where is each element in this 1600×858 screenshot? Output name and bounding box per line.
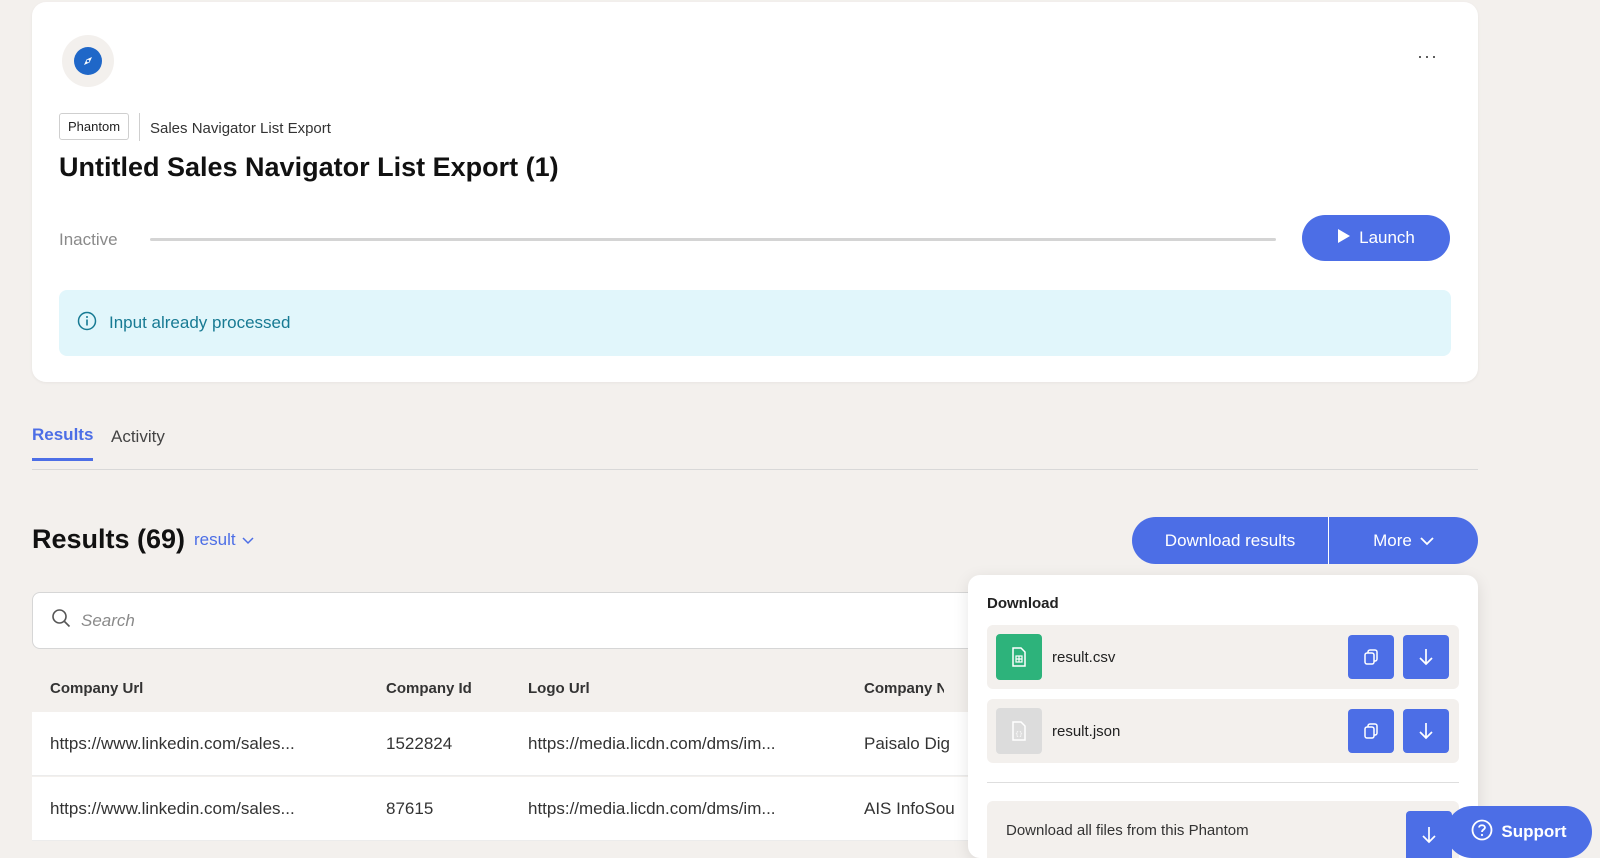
table-cell: https://media.licdn.com/dms/im... <box>528 799 776 818</box>
play-icon <box>1337 228 1351 249</box>
search-input[interactable] <box>81 610 881 631</box>
copy-link-button[interactable] <box>1348 635 1394 679</box>
tab-activity[interactable]: Activity <box>111 427 165 447</box>
support-button[interactable]: Support <box>1446 806 1592 858</box>
download-button-group: Download results More <box>1132 517 1478 564</box>
chevron-down-icon <box>242 530 254 550</box>
download-menu-heading: Download <box>987 595 1059 612</box>
alert-text: Input already processed <box>109 313 291 332</box>
search-icon <box>51 608 71 633</box>
download-all-button[interactable] <box>1406 811 1452 858</box>
table-cell: Paisalo Dig <box>864 734 950 753</box>
page-title: Untitled Sales Navigator List Export (1) <box>59 152 559 182</box>
app-icon <box>62 35 114 87</box>
table-cell: https://www.linkedin.com/sales... <box>50 734 295 753</box>
chevron-down-icon <box>1420 531 1434 551</box>
result-filter-dropdown[interactable]: result <box>194 530 254 550</box>
breadcrumb-divider <box>139 113 140 141</box>
column-header[interactable]: Company Na <box>864 680 944 697</box>
phantom-tag: Phantom <box>59 113 130 140</box>
download-menu: Download result.csv {} result.json Downl… <box>968 575 1478 858</box>
download-all-label: Download all files from this Phantom <box>1006 822 1249 839</box>
file-name: result.json <box>1052 723 1121 740</box>
launch-label: Launch <box>1359 228 1415 247</box>
table-cell: AIS InfoSou <box>864 799 955 818</box>
more-button[interactable]: More <box>1329 517 1478 564</box>
download-all-row[interactable]: Download all files from this Phantom <box>987 801 1459 858</box>
result-filter-label: result <box>194 530 236 549</box>
download-results-button[interactable]: Download results <box>1132 517 1329 564</box>
column-header[interactable]: Company Id <box>386 680 472 697</box>
file-name: result.csv <box>1052 649 1116 666</box>
tab-results[interactable]: Results <box>32 425 94 461</box>
help-icon <box>1471 819 1493 846</box>
info-icon <box>77 311 97 336</box>
table-cell: https://media.licdn.com/dms/im... <box>528 734 776 753</box>
column-header[interactable]: Logo Url <box>528 680 590 697</box>
table-cell: 1522824 <box>386 734 453 753</box>
table-cell: 87615 <box>386 799 434 818</box>
tab-bar: Results Activity <box>32 412 1478 470</box>
copy-link-button[interactable] <box>1348 709 1394 753</box>
more-options-button[interactable]: ··· <box>1417 46 1438 67</box>
menu-divider <box>987 782 1459 783</box>
support-label: Support <box>1501 822 1567 841</box>
breadcrumb[interactable]: Sales Navigator List Export <box>150 120 331 137</box>
download-file-button[interactable] <box>1403 709 1449 753</box>
table-cell: https://www.linkedin.com/sales... <box>50 799 295 818</box>
launch-button[interactable]: Launch <box>1302 215 1450 261</box>
json-file-icon: {} <box>996 708 1042 754</box>
phantom-card: ··· Phantom Sales Navigator List Export … <box>32 2 1478 382</box>
file-row-csv[interactable]: result.csv <box>987 625 1459 689</box>
download-file-button[interactable] <box>1403 635 1449 679</box>
column-header[interactable]: Company Url <box>50 680 143 697</box>
compass-icon <box>74 47 102 75</box>
progress-bar <box>150 238 1276 241</box>
results-title: Results (69) <box>32 524 186 554</box>
csv-file-icon <box>996 634 1042 680</box>
status-label: Inactive <box>59 230 118 249</box>
file-row-json[interactable]: {} result.json <box>987 699 1459 763</box>
more-label: More <box>1373 530 1412 550</box>
svg-text:{}: {} <box>1015 731 1023 738</box>
info-alert: Input already processed <box>59 290 1451 356</box>
